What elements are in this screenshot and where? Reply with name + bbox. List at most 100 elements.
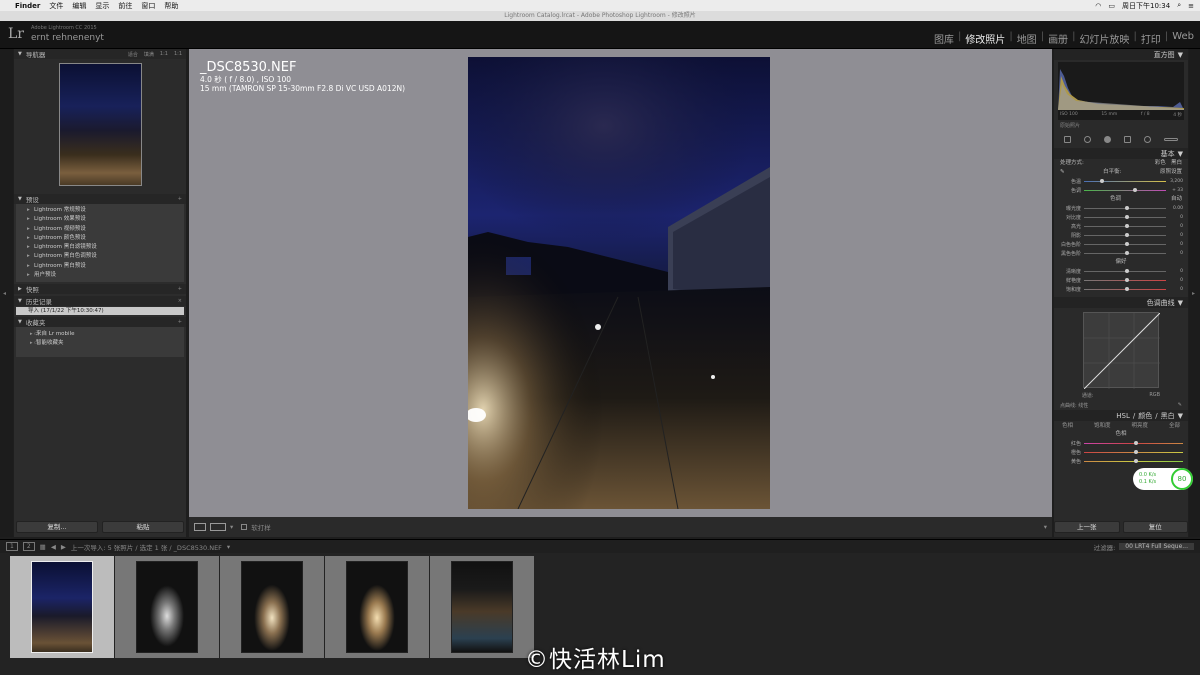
preset-folder[interactable]: Lightroom 颜色预设	[16, 234, 184, 244]
histogram-header[interactable]: 直方图 ▼	[1054, 49, 1188, 60]
slider-thumb[interactable]	[1133, 441, 1138, 445]
edit-curve-icon[interactable]: ✎	[1178, 402, 1182, 408]
before-after-icon[interactable]	[210, 523, 226, 531]
presets-header[interactable]: ▼ 预设 +	[14, 194, 186, 204]
filmstrip-cell[interactable]	[430, 556, 534, 658]
module-print[interactable]: 打印	[1141, 31, 1161, 46]
menu-window[interactable]: 窗口	[141, 1, 155, 11]
hsl-red-row[interactable]: 红色	[1054, 439, 1188, 448]
left-collapse-icon[interactable]: ◂	[3, 290, 6, 297]
menu-edit[interactable]: 编辑	[72, 1, 86, 11]
adjustment-brush-icon[interactable]	[1163, 137, 1178, 141]
temp-slider[interactable]	[1084, 179, 1166, 183]
module-develop[interactable]: 修改照片	[965, 31, 1005, 46]
highlights-row[interactable]: 高光 0	[1054, 222, 1188, 231]
preset-folder[interactable]: Lightroom 黑白色调预设	[16, 252, 184, 262]
grid-icon[interactable]: ▦	[40, 543, 46, 551]
hsl-yellow-slider[interactable]	[1084, 459, 1183, 463]
nav-fit[interactable]: 适合	[128, 51, 138, 58]
menu-go[interactable]: 前往	[118, 1, 132, 11]
hsl-title[interactable]: HSL	[1116, 412, 1130, 420]
collection-item[interactable]: 智能收藏夹	[16, 339, 184, 348]
curve-channel[interactable]: RGB	[1149, 392, 1160, 400]
clarity-slider[interactable]	[1084, 269, 1166, 273]
contrast-row[interactable]: 对比度 0	[1054, 213, 1188, 222]
preset-folder[interactable]: 用户预设	[16, 271, 184, 281]
preset-folder[interactable]: Lightroom 效果预设	[16, 215, 184, 225]
navigator-thumbnail[interactable]	[59, 63, 142, 186]
clarity-value[interactable]: 0	[1169, 269, 1183, 274]
dropdown-arrow-icon[interactable]: ▾	[230, 523, 233, 531]
tint-slider-row[interactable]: 色调 + 33	[1054, 186, 1188, 195]
tone-curve-header[interactable]: 色调曲线 ▼	[1054, 297, 1188, 308]
vibrance-slider[interactable]	[1084, 278, 1166, 282]
spot-removal-icon[interactable]	[1084, 135, 1092, 143]
add-preset-icon[interactable]: +	[178, 196, 182, 202]
hsl-tab-luminance[interactable]: 明亮度	[1131, 421, 1148, 430]
slider-thumb[interactable]	[1125, 206, 1129, 210]
treatment-bw[interactable]: 黑白	[1171, 160, 1182, 166]
slider-thumb[interactable]	[1125, 224, 1129, 228]
vibrance-row[interactable]: 鲜艳度 0	[1054, 276, 1188, 285]
filter-select[interactable]: 00 LRT4 Full Seque...	[1119, 543, 1194, 550]
blacks-value[interactable]: 0	[1169, 251, 1183, 256]
radial-filter-icon[interactable]	[1143, 135, 1151, 143]
tint-value[interactable]: + 33	[1169, 188, 1183, 193]
point-curve-select[interactable]: 线性	[1078, 403, 1088, 409]
filmstrip-cell[interactable]	[220, 556, 324, 658]
module-web[interactable]: Web	[1172, 31, 1194, 46]
clear-history-icon[interactable]: ×	[178, 298, 182, 304]
hsl-header[interactable]: HSL / 颜色 / 黑白 ▼	[1054, 410, 1188, 421]
bw-title[interactable]: 黑白	[1161, 411, 1175, 421]
menu-finder[interactable]: Finder	[15, 2, 40, 10]
collections-header[interactable]: ▼ 收藏夹 +	[14, 317, 186, 328]
add-snapshot-icon[interactable]: +	[178, 286, 182, 292]
back-arrow-icon[interactable]: ◀	[51, 543, 56, 551]
hsl-tab-hue[interactable]: 色相	[1062, 421, 1073, 430]
vibrance-value[interactable]: 0	[1169, 278, 1183, 283]
exposure-value[interactable]: 0.00	[1169, 206, 1183, 211]
slider-thumb[interactable]	[1125, 278, 1129, 282]
dropdown-arrow-icon[interactable]: ▾	[227, 543, 230, 551]
blacks-row[interactable]: 黑色色阶 0	[1054, 249, 1188, 258]
saturation-slider[interactable]	[1084, 287, 1166, 291]
color-title[interactable]: 颜色	[1138, 411, 1152, 421]
temp-value[interactable]: 3,200	[1169, 179, 1183, 184]
battery-icon[interactable]: ▭	[1108, 2, 1115, 10]
paste-button[interactable]: 粘贴	[102, 521, 184, 533]
list-icon[interactable]: ≡	[1188, 2, 1194, 10]
crop-tool-icon[interactable]	[1064, 135, 1072, 143]
right-collapse-icon[interactable]: ▸	[1192, 290, 1195, 297]
previous-button[interactable]: 上一张	[1054, 521, 1120, 533]
shadows-row[interactable]: 阴影 0	[1054, 231, 1188, 240]
page-2-button[interactable]: 2	[22, 542, 35, 551]
tint-slider[interactable]	[1084, 188, 1166, 192]
wb-select[interactable]: 原照设置	[1160, 168, 1182, 177]
navigator-header[interactable]: ▼ 导航器 适合 填满 1:1 1:1	[14, 49, 186, 59]
contrast-value[interactable]: 0	[1169, 215, 1183, 220]
forward-arrow-icon[interactable]: ▶	[61, 543, 66, 551]
slider-thumb[interactable]	[1133, 188, 1138, 192]
highlights-slider[interactable]	[1084, 224, 1166, 228]
hsl-yellow-row[interactable]: 黄色	[1054, 457, 1188, 466]
history-item[interactable]: 导入 (17/1/22 下午10:30:47)	[16, 307, 184, 316]
shadows-value[interactable]: 0	[1169, 233, 1183, 238]
nav-fill[interactable]: 填满	[144, 51, 154, 58]
whites-slider[interactable]	[1084, 242, 1166, 246]
nav-1to1[interactable]: 1:1	[160, 51, 168, 58]
module-library[interactable]: 图库	[934, 31, 954, 46]
snapshots-header[interactable]: ▶ 快照 +	[14, 284, 186, 295]
hsl-orange-slider[interactable]	[1084, 450, 1183, 454]
slider-thumb[interactable]	[1125, 215, 1129, 219]
tone-auto[interactable]: 自动	[1171, 195, 1182, 204]
highlights-value[interactable]: 0	[1169, 224, 1183, 229]
temp-slider-row[interactable]: 色温 3,200	[1054, 177, 1188, 186]
reset-button[interactable]: 复位	[1122, 521, 1188, 533]
saturation-value[interactable]: 0	[1169, 287, 1183, 292]
copy-button[interactable]: 复制...	[16, 521, 98, 533]
left-edge[interactable]	[0, 49, 13, 537]
contrast-slider[interactable]	[1084, 215, 1166, 219]
whites-value[interactable]: 0	[1169, 242, 1183, 247]
filmstrip-source[interactable]: 上一次导入: 5 张照片 / 选定 1 张 / _DSC8530.NEF	[71, 542, 222, 552]
slider-thumb[interactable]	[1125, 287, 1129, 291]
